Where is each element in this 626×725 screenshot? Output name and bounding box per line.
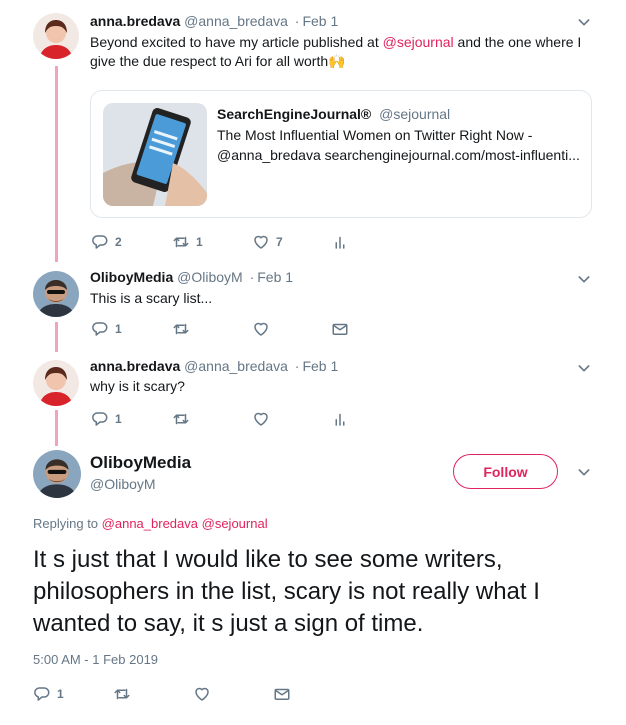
retweet-icon (172, 410, 190, 428)
separator: · (294, 358, 300, 374)
reply-icon (91, 233, 109, 251)
replying-to-label: Replying to (33, 516, 99, 531)
retweet-icon (113, 685, 131, 703)
thread-line (55, 410, 58, 446)
analytics-button[interactable] (331, 233, 349, 251)
dm-button[interactable] (273, 685, 291, 703)
chevron-down-icon[interactable] (576, 464, 592, 480)
retweet-button[interactable] (172, 320, 190, 338)
tweet-text: This is a scary list... (90, 290, 213, 306)
tweet-header: anna.bredava @anna_bredava · Feb 1 (90, 358, 338, 374)
author-handle[interactable]: @OliboyM (177, 269, 243, 285)
reply-icon (33, 685, 51, 703)
retweet-button[interactable] (172, 410, 190, 428)
tweet-date[interactable]: Feb 1 (257, 269, 293, 285)
heart-icon (252, 320, 270, 338)
follow-button[interactable]: Follow (453, 454, 558, 489)
mention-link[interactable]: @sejournal (383, 34, 454, 50)
reply-count: 1 (115, 322, 122, 336)
tweet-header: OliboyMedia @OliboyM · Feb 1 (90, 269, 293, 285)
analytics-icon (331, 233, 349, 251)
dm-button[interactable] (331, 320, 349, 338)
reply-button[interactable]: 1 (91, 320, 122, 338)
link-card[interactable]: SearchEngineJournal® @sejournal The Most… (90, 90, 592, 218)
tweet-timestamp[interactable]: 5:00 AM - 1 Feb 2019 (33, 652, 158, 667)
card-description: @anna_bredava searchenginejournal.com/mo… (217, 147, 580, 163)
author-handle[interactable]: @anna_bredava (184, 358, 288, 374)
author-handle[interactable]: @anna_bredava (184, 13, 288, 29)
emoji: 🙌 (328, 53, 346, 69)
like-count: 7 (276, 235, 283, 249)
card-site-handle: @sejournal (379, 106, 451, 122)
like-button[interactable] (193, 685, 211, 703)
envelope-icon (331, 320, 349, 338)
author-name[interactable]: OliboyMedia (90, 269, 173, 285)
reply-button[interactable]: 1 (33, 685, 64, 703)
tweet-text: why is it scary? (90, 378, 185, 394)
thread-line (55, 322, 58, 352)
tweet-text: Beyond excited to have my article publis… (90, 33, 590, 71)
reply-button[interactable]: 2 (91, 233, 122, 251)
card-title: The Most Influential Women on Twitter Ri… (217, 127, 533, 143)
analytics-button[interactable] (331, 410, 349, 428)
chevron-down-icon[interactable] (576, 360, 592, 376)
retweet-count: 1 (196, 235, 203, 249)
author-name[interactable]: OliboyMedia (90, 453, 191, 473)
avatar[interactable] (33, 13, 79, 59)
mention-link[interactable]: @anna_bredava (102, 516, 198, 531)
reply-count: 2 (115, 235, 122, 249)
retweet-button[interactable]: 1 (172, 233, 203, 251)
tweet-date[interactable]: Feb 1 (302, 358, 338, 374)
thread-line (55, 66, 58, 262)
like-button[interactable] (252, 320, 270, 338)
reply-count: 1 (57, 687, 64, 701)
tweet-text: It s just that I would like to see some … (33, 546, 540, 637)
heart-icon (193, 685, 211, 703)
separator: · (249, 269, 255, 285)
heart-icon (252, 410, 270, 428)
like-button[interactable]: 7 (252, 233, 283, 251)
card-thumbnail (103, 103, 207, 206)
tweet-header: anna.bredava @anna_bredava · Feb 1 (90, 13, 338, 29)
reply-button[interactable]: 1 (91, 410, 122, 428)
author-name[interactable]: anna.bredava (90, 13, 180, 29)
card-source: SearchEngineJournal® @sejournal (217, 106, 450, 122)
chevron-down-icon[interactable] (576, 271, 592, 287)
like-button[interactable] (252, 410, 270, 428)
avatar[interactable] (33, 450, 81, 498)
mention-link[interactable]: @sejournal (202, 516, 268, 531)
heart-icon (252, 233, 270, 251)
author-name[interactable]: anna.bredava (90, 358, 180, 374)
reply-count: 1 (115, 412, 122, 426)
retweet-icon (172, 320, 190, 338)
replying-to: Replying to @anna_bredava @sejournal (33, 516, 268, 531)
reply-icon (91, 410, 109, 428)
retweet-button[interactable] (113, 685, 131, 703)
avatar[interactable] (33, 271, 79, 317)
retweet-icon (172, 233, 190, 251)
tweet-date[interactable]: Feb 1 (302, 13, 338, 29)
analytics-icon (331, 410, 349, 428)
card-site-name: SearchEngineJournal® (217, 106, 372, 122)
avatar[interactable] (33, 360, 79, 406)
chevron-down-icon[interactable] (576, 14, 592, 30)
author-handle[interactable]: @OliboyM (90, 476, 156, 492)
separator: · (294, 13, 300, 29)
envelope-icon (273, 685, 291, 703)
reply-icon (91, 320, 109, 338)
tweet-text-part: Beyond excited to have my article publis… (90, 34, 383, 50)
